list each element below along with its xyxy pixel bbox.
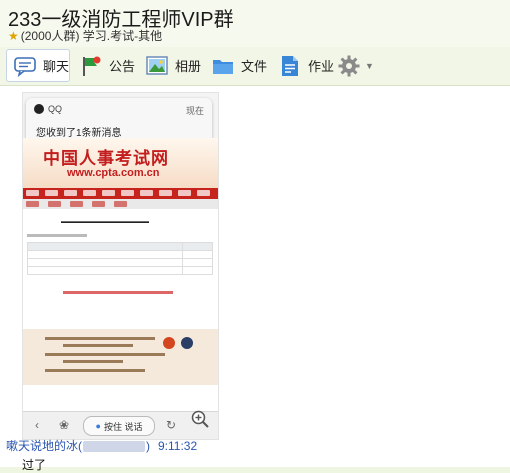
site-footer [23, 329, 218, 385]
message-header: 嗽天说地的冰() 9:11:32 [6, 439, 198, 453]
mic-icon: ● [95, 421, 101, 431]
security-badge-icon [181, 337, 193, 349]
refresh-icon: ↻ [166, 418, 177, 432]
site-subnav [23, 199, 218, 209]
tab-homework-label: 作业 [308, 59, 335, 74]
result-note [63, 291, 173, 294]
police-badge-icon [163, 337, 175, 349]
tab-album-label: 相册 [175, 59, 202, 74]
group-info: (2000人群) 学习.考试-其他 [20, 29, 163, 43]
phone-input-bar: ‹ ❀ ● 按住 说话 ↻ [23, 411, 218, 439]
zoom-in-icon[interactable] [191, 410, 209, 428]
result-meta [27, 234, 87, 237]
folder-icon [211, 54, 235, 78]
qq-icon [34, 104, 44, 114]
star-icon: ★ [8, 29, 19, 43]
result-table [27, 242, 213, 275]
result-heading: ▬▬▬▬▬▬▬▬▬▬▬▬▬▬▬▬ [61, 219, 149, 225]
photo-icon [145, 54, 169, 78]
site-url: www.cpta.com.cn [67, 167, 160, 179]
group-subtitle: ★ (2000人群) 学习.考试-其他 [8, 27, 162, 44]
notification-card: QQ 现在 您收到了1条新消息 [26, 98, 212, 143]
gear-icon [337, 54, 361, 78]
tab-chat[interactable]: 聊天 [6, 49, 70, 82]
tab-homework[interactable]: 作业 [278, 49, 334, 82]
notification-text: 您收到了1条新消息 [36, 128, 122, 139]
site-nav [23, 188, 218, 199]
paw-icon: ❀ [59, 418, 70, 432]
toolbar: 聊天 公告 相册 文件 作业 ▼ [0, 47, 510, 86]
back-icon: ‹ [35, 418, 39, 432]
site-banner: 中国人事考试网 www.cpta.com.cn [23, 138, 218, 188]
settings-menu[interactable]: ▼ [337, 49, 374, 82]
chevron-down-icon: ▼ [365, 60, 374, 71]
notification-time: 现在 [185, 106, 204, 116]
notification-app: QQ [48, 104, 63, 114]
homework-icon [278, 54, 302, 78]
voice-button: ● 按住 说话 [83, 416, 155, 436]
tab-chat-label: 聊天 [43, 59, 70, 74]
tab-announcement[interactable]: 公告 [79, 49, 135, 82]
tab-album[interactable]: 相册 [145, 49, 201, 82]
chat-area: QQ 现在 您收到了1条新消息 中国人事考试网 www.cpta.com.cn … [0, 86, 510, 472]
site-title: 中国人事考试网 [43, 149, 169, 168]
redacted-id [83, 441, 145, 453]
chat-icon [13, 54, 37, 78]
window-header: 233一级消防工程师VIP群 ★ (2000人群) 学习.考试-其他 [0, 0, 510, 47]
message-sender[interactable]: 嗽天说地的冰( [6, 439, 82, 453]
shared-image[interactable]: QQ 现在 您收到了1条新消息 中国人事考试网 www.cpta.com.cn … [22, 92, 219, 440]
voice-button-label: 按住 说话 [103, 421, 143, 432]
tab-announcement-label: 公告 [109, 59, 136, 74]
announcement-icon [79, 54, 103, 78]
tab-files[interactable]: 文件 [211, 49, 267, 82]
tab-files-label: 文件 [241, 59, 268, 74]
message-text: 过了 [22, 458, 47, 472]
site-content: ▬▬▬▬▬▬▬▬▬▬▬▬▬▬▬▬ [23, 209, 218, 329]
message-time: 9:11:32 [158, 439, 198, 453]
